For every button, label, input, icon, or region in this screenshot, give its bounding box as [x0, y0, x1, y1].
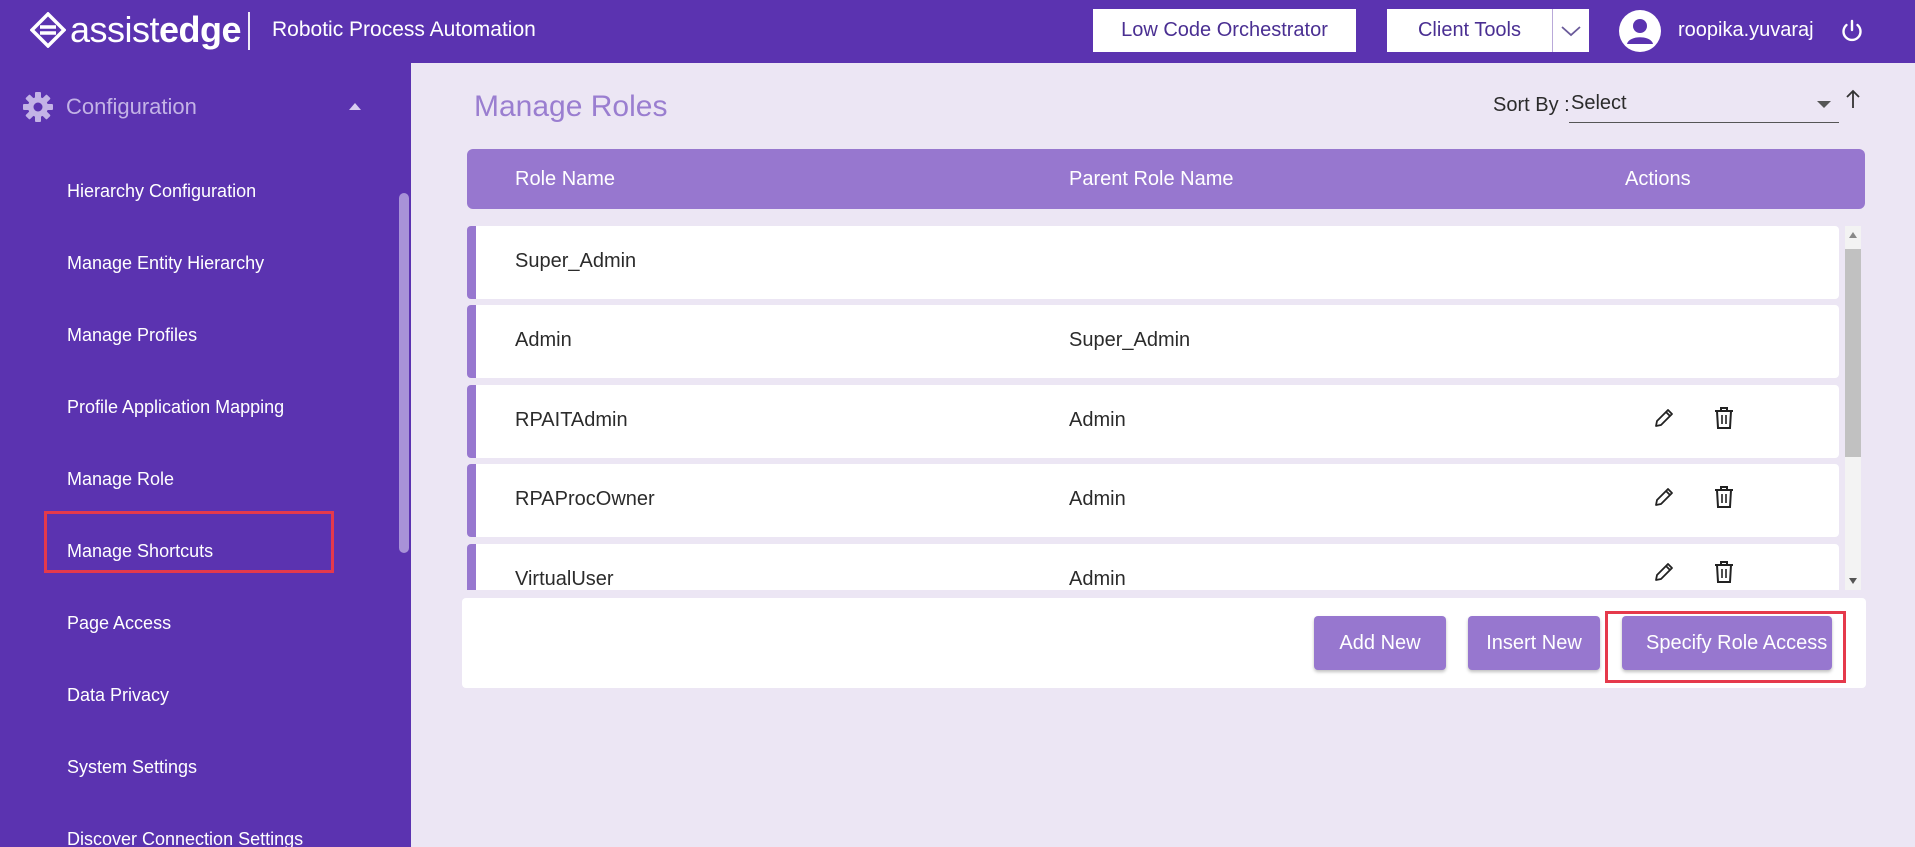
- logo-text: assistedge: [70, 9, 242, 50]
- sidebar-item-page-access[interactable]: Page Access: [67, 613, 171, 634]
- table-header: Role Name Parent Role Name Actions: [467, 149, 1865, 209]
- table-row[interactable]: RPAITAdmin Admin: [467, 385, 1839, 458]
- sidebar-item-system-settings[interactable]: System Settings: [67, 757, 197, 778]
- pencil-icon[interactable]: [1652, 559, 1676, 585]
- sidebar-item-manage-entity-hierarchy[interactable]: Manage Entity Hierarchy: [67, 253, 264, 274]
- table-row[interactable]: Super_Admin: [467, 226, 1839, 299]
- role-name-cell: RPAITAdmin: [515, 409, 628, 431]
- role-name-cell: VirtualUser: [515, 568, 614, 590]
- role-name-cell: Super_Admin: [515, 250, 637, 272]
- table-row[interactable]: RPAProcOwner Admin: [467, 464, 1839, 537]
- low-code-orchestrator-button[interactable]: Low Code Orchestrator: [1093, 9, 1356, 52]
- configuration-section-header[interactable]: Configuration: [22, 91, 197, 123]
- top-bar: assistedge Robotic Process Automation Lo…: [0, 0, 1915, 63]
- pencil-icon[interactable]: [1652, 405, 1676, 431]
- assistedge-logo[interactable]: assistedge: [30, 8, 242, 52]
- add-new-button[interactable]: Add New: [1314, 616, 1446, 670]
- sidebar: Configuration Hierarchy Configuration Ma…: [0, 63, 411, 847]
- trash-icon[interactable]: [1712, 405, 1736, 431]
- parent-role-cell: Admin: [1069, 488, 1126, 510]
- insert-new-button[interactable]: Insert New: [1468, 616, 1600, 670]
- role-name-cell: Admin: [515, 329, 572, 351]
- specify-role-access-highlight: [1605, 611, 1846, 683]
- parent-role-cell: Super_Admin: [1069, 329, 1191, 351]
- active-item-highlight: [44, 511, 334, 573]
- sidebar-item-discover-connection-settings[interactable]: Discover Connection Settings: [67, 829, 303, 847]
- client-tools-toggle[interactable]: [1552, 9, 1589, 52]
- gear-icon: [23, 92, 53, 122]
- client-tools-dropdown[interactable]: Client Tools: [1387, 9, 1589, 52]
- pencil-icon[interactable]: [1652, 484, 1676, 510]
- app-title: Robotic Process Automation: [272, 18, 536, 41]
- sort-by-value: Select: [1571, 92, 1627, 114]
- parent-role-cell: Admin: [1069, 568, 1126, 590]
- trash-icon[interactable]: [1712, 559, 1736, 585]
- scroll-down-icon[interactable]: [1849, 578, 1857, 584]
- column-actions: Actions: [1625, 168, 1691, 190]
- brand-divider: [248, 12, 250, 50]
- scroll-up-icon[interactable]: [1849, 232, 1857, 238]
- user-avatar-icon[interactable]: [1619, 10, 1661, 52]
- logo-icon: [30, 12, 66, 48]
- role-name-cell: RPAProcOwner: [515, 488, 655, 510]
- username[interactable]: roopika.yuvaraj: [1678, 19, 1814, 42]
- sidebar-scrollbar[interactable]: [399, 193, 409, 553]
- chevron-down-icon: [1561, 25, 1581, 36]
- trash-icon[interactable]: [1712, 484, 1736, 510]
- table-row[interactable]: Admin Super_Admin: [467, 305, 1839, 378]
- page-title: Manage Roles: [474, 90, 668, 123]
- sidebar-item-profile-application-mapping[interactable]: Profile Application Mapping: [67, 397, 284, 418]
- arrow-up-icon[interactable]: [1845, 88, 1861, 110]
- client-tools-label[interactable]: Client Tools: [1387, 9, 1552, 52]
- sort-by-label: Sort By :: [1493, 94, 1570, 116]
- power-icon[interactable]: [1839, 18, 1865, 44]
- sort-by-select[interactable]: Select: [1569, 88, 1839, 123]
- sidebar-item-manage-profiles[interactable]: Manage Profiles: [67, 325, 197, 346]
- column-role-name: Role Name: [515, 168, 616, 190]
- dropdown-caret-icon: [1817, 101, 1831, 108]
- caret-up-icon[interactable]: [349, 103, 361, 110]
- parent-role-cell: Admin: [1069, 409, 1126, 431]
- table-row[interactable]: VirtualUser Admin: [467, 544, 1839, 590]
- sidebar-item-manage-role[interactable]: Manage Role: [67, 469, 174, 490]
- sidebar-item-hierarchy-configuration[interactable]: Hierarchy Configuration: [67, 181, 256, 202]
- column-parent-role-name: Parent Role Name: [1069, 168, 1234, 190]
- configuration-label: Configuration: [66, 94, 197, 119]
- sidebar-item-data-privacy[interactable]: Data Privacy: [67, 685, 169, 706]
- scrollbar-thumb[interactable]: [1845, 249, 1861, 457]
- roles-table-body: Super_Admin Admin Super_Admin RPAITAdmin…: [467, 224, 1839, 590]
- table-scrollbar[interactable]: [1845, 226, 1861, 590]
